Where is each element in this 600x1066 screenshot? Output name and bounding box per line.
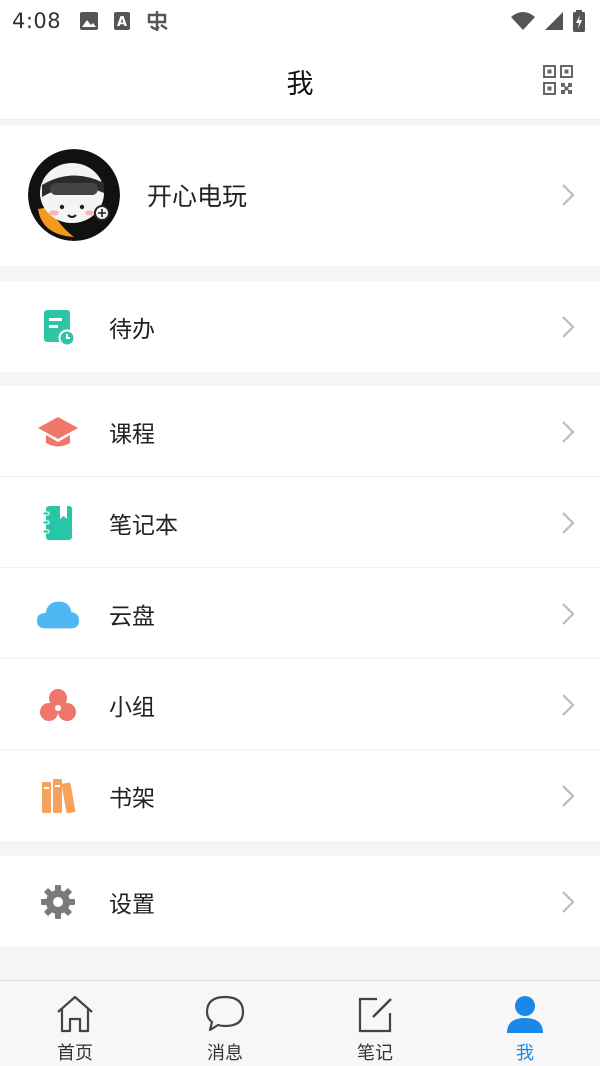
- chevron-right-icon: [562, 785, 575, 807]
- menu-item-course[interactable]: 课程: [0, 386, 600, 477]
- tab-messages[interactable]: 消息: [175, 981, 275, 1066]
- menu-item-label: 笔记本: [109, 513, 178, 539]
- cloud-icon: [36, 594, 80, 634]
- edit-note-icon: [358, 997, 392, 1033]
- graduation-cap-icon: [36, 412, 80, 452]
- page-header: 我: [0, 42, 600, 120]
- menu-item-group[interactable]: 小组: [0, 659, 600, 750]
- status-time: 4:08: [12, 9, 62, 33]
- bug-icon: [147, 11, 168, 31]
- chevron-right-icon: [562, 512, 575, 534]
- menu-item-todo[interactable]: 待办: [0, 281, 600, 372]
- bottom-tab-bar: 首页 消息 笔记 我: [0, 980, 600, 1066]
- wifi-icon: [511, 12, 535, 30]
- menu-item-label: 课程: [109, 422, 155, 448]
- signal-icon: [545, 12, 563, 30]
- group-icon: [36, 685, 80, 725]
- chevron-right-icon: [562, 421, 575, 443]
- menu-item-notebook[interactable]: 笔记本: [0, 477, 600, 568]
- tab-label: 消息: [207, 1043, 243, 1064]
- menu-item-bookshelf[interactable]: 书架: [0, 750, 600, 841]
- font-a-icon: A: [114, 12, 131, 30]
- menu-item-label: 书架: [109, 786, 155, 812]
- chevron-right-icon: [562, 603, 575, 625]
- menu-item-label: 设置: [109, 892, 155, 918]
- menu-item-cloud[interactable]: 云盘: [0, 568, 600, 659]
- home-icon: [57, 995, 93, 1033]
- tab-label: 我: [516, 1043, 534, 1064]
- battery-charging-icon: [573, 10, 585, 32]
- person-icon: [507, 996, 543, 1033]
- menu-item-settings[interactable]: 设置: [0, 856, 600, 947]
- status-bar: 4:08 A: [0, 0, 600, 42]
- tab-me[interactable]: 我: [475, 981, 575, 1066]
- chevron-right-icon: [562, 316, 575, 338]
- tab-notes[interactable]: 笔记: [325, 981, 425, 1066]
- avatar[interactable]: [28, 149, 120, 241]
- tab-label: 首页: [57, 1043, 93, 1064]
- todo-icon: [36, 307, 80, 347]
- chat-bubble-icon: [205, 995, 245, 1032]
- menu-item-label: 待办: [109, 317, 155, 343]
- page-title: 我: [286, 69, 314, 100]
- image-icon: [80, 12, 99, 30]
- qr-code-icon[interactable]: [542, 64, 574, 96]
- bookshelf-icon: [36, 776, 80, 816]
- gear-icon: [36, 882, 80, 922]
- menu-item-label: 云盘: [109, 604, 155, 630]
- menu-item-label: 小组: [109, 695, 155, 721]
- chevron-right-icon: [562, 694, 575, 716]
- chevron-right-icon: [562, 184, 575, 206]
- profile-name: 开心电玩: [147, 182, 248, 211]
- profile-card[interactable]: 开心电玩: [0, 125, 600, 266]
- tab-label: 笔记: [357, 1043, 393, 1064]
- chevron-right-icon: [562, 891, 575, 913]
- svg-text:A: A: [117, 15, 127, 30]
- tab-home[interactable]: 首页: [25, 981, 125, 1066]
- notebook-icon: [36, 503, 80, 543]
